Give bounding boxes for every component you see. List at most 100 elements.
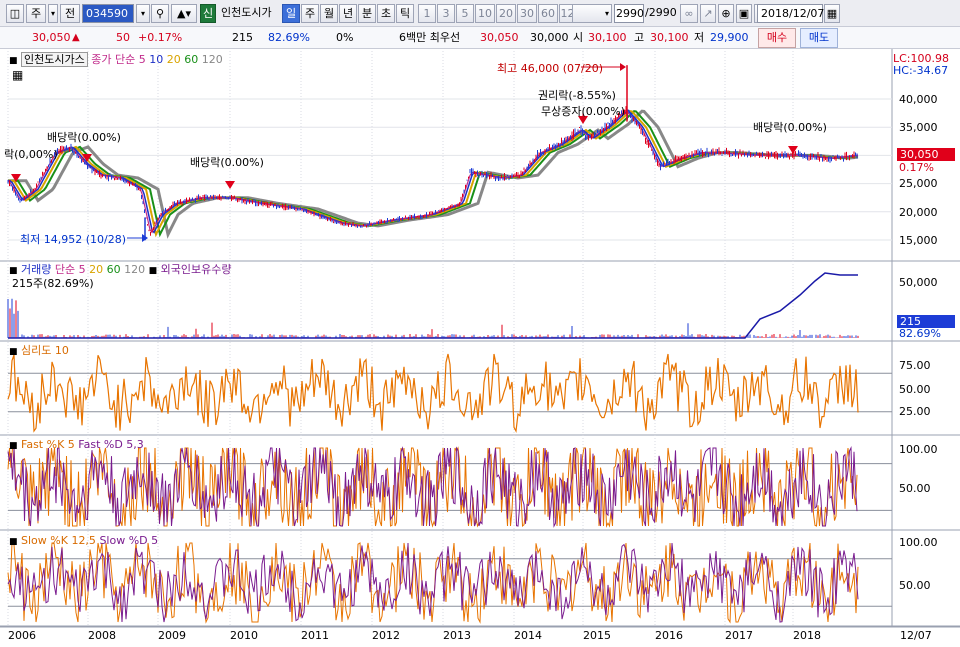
x-axis-last-label: 12/07 — [900, 629, 932, 642]
fastd-title: Fast %D 5,3 — [78, 438, 144, 451]
trend-icon[interactable]: ↗ — [700, 4, 716, 23]
search-icon[interactable]: ⚲ — [151, 4, 169, 23]
low-label: 저 — [694, 31, 705, 44]
volume-axis-tick: 50,000 — [899, 276, 938, 289]
count-total: /2990 — [645, 6, 677, 19]
stock-title: 인천도시가스 — [21, 52, 88, 67]
sell-button[interactable]: 매도 — [800, 28, 838, 48]
period-tab[interactable]: 분 — [358, 4, 376, 23]
volume-value: 215 — [232, 31, 253, 44]
annotation-div3: 배당락(0.00%) — [753, 121, 827, 134]
volume-ratio: 82.69% — [268, 31, 310, 44]
price-axis-tick: 25,000 — [899, 177, 938, 190]
psych-legend: ■ 심리도 10 — [9, 344, 69, 357]
annotation-div0: 락(0,00%) — [4, 148, 58, 161]
foreign-holding-label: 외국인보유수량 — [160, 263, 232, 276]
chart-area[interactable]: ■ 인천도시가스 종가 단순 5 10 20 60 120 ▦ LC:100.9… — [0, 49, 960, 644]
psych-axis-tick: 75.00 — [899, 359, 931, 372]
x-axis-year: 2010 — [230, 629, 258, 642]
menu-arrow-icon[interactable]: ▾ — [48, 4, 58, 23]
zero-pct: 0% — [336, 31, 354, 44]
period-tab[interactable]: 초 — [377, 4, 395, 23]
count-tab[interactable]: 20 — [496, 4, 516, 23]
ma120-label: 120 — [201, 53, 223, 66]
volume-sub-label: 215주(82.69%) — [12, 277, 94, 290]
current-price: 30,050 — [32, 31, 71, 44]
psych-title: 심리도 10 — [21, 344, 69, 357]
count-dropdown[interactable]: ▾ — [572, 4, 612, 23]
price-change-pct: +0.17% — [138, 31, 183, 44]
fast-axis-tick: 50.00 — [899, 482, 931, 495]
vol-ma60-label: 60 — [106, 263, 121, 276]
volume-title: 거래량 — [21, 263, 52, 276]
period-tab[interactable]: 틱 — [396, 4, 414, 23]
slowk-title: Slow %K 12,5 — [21, 534, 96, 547]
up-triangle-icon: ▲ — [72, 32, 80, 43]
x-axis-year: 2013 — [443, 629, 471, 642]
x-axis-year: 2015 — [583, 629, 611, 642]
x-axis-year: 2012 — [372, 629, 400, 642]
calendar-icon[interactable]: ▦ — [824, 4, 840, 23]
hc-value: HC:-34.67 — [893, 64, 949, 77]
count-tab[interactable]: 3 — [437, 4, 455, 23]
layout-icon[interactable]: ◫ — [6, 4, 24, 23]
volume-ma-label: 단순 — [54, 263, 76, 276]
high-price: 30,100 — [650, 31, 689, 44]
ma10-label: 10 — [149, 53, 164, 66]
shin-button[interactable]: 신 — [200, 4, 216, 23]
link-icon[interactable]: ∞ — [680, 4, 698, 23]
vol-ma20-label: 20 — [89, 263, 104, 276]
chart-canvas[interactable] — [0, 49, 960, 644]
jeon-button[interactable]: 전 — [60, 4, 80, 23]
open-price: 30,100 — [588, 31, 627, 44]
annotation-div2: 배당락(0.00%) — [190, 156, 264, 169]
price-axis-tick: 35,000 — [899, 121, 938, 134]
x-axis-year: 2018 — [793, 629, 821, 642]
price-legend: ■ 인천도시가스 종가 단순 5 10 20 60 120 — [9, 52, 223, 67]
code-dropdown-icon[interactable]: ▾ — [136, 4, 150, 23]
period-tab[interactable]: 년 — [339, 4, 357, 23]
priority-label: 6백만 최우선 — [399, 31, 461, 44]
stock-name: 인천도시가 — [221, 6, 272, 19]
price-axis-tick: 20,000 — [899, 206, 938, 219]
low-price: 29,900 — [710, 31, 749, 44]
current-price-marker: 30,050 — [897, 148, 955, 161]
menu-button[interactable]: 주 — [26, 4, 46, 23]
slow-axis-tick: 50.00 — [899, 579, 931, 592]
annotation-div1: 배당락(0.00%) — [47, 131, 121, 144]
buy-button[interactable]: 매수 — [758, 28, 796, 48]
grid-icon[interactable]: ▦ — [12, 69, 23, 82]
chart-background — [0, 49, 960, 644]
x-axis-year: 2006 — [8, 629, 36, 642]
save-icon[interactable]: ▣ — [736, 4, 752, 23]
ask-price: 30,050 — [480, 31, 519, 44]
fast-axis-tick: 100.00 — [899, 443, 938, 456]
psych-axis-tick: 50.00 — [899, 383, 931, 396]
count-tab[interactable]: 5 — [456, 4, 474, 23]
stock-code-input[interactable]: 034590 — [82, 4, 134, 23]
period-tab[interactable]: 주 — [301, 4, 319, 23]
annotation-low: 최저 14,952 (10/28) — [20, 233, 127, 246]
fastk-title: Fast %K 5 — [21, 438, 75, 451]
speaker-icon[interactable]: ▲▾ — [171, 4, 197, 23]
price-axis-tick: 40,000 — [899, 93, 938, 106]
high-label: 고 — [634, 31, 645, 44]
count-input[interactable]: 2990 — [614, 4, 644, 23]
psych-axis-tick: 25.00 — [899, 405, 931, 418]
fit-icon[interactable]: ⊕ — [718, 4, 734, 23]
x-axis-year: 2008 — [88, 629, 116, 642]
count-tab[interactable]: 10 — [475, 4, 495, 23]
slowd-title: Slow %D 5 — [99, 534, 159, 547]
ma20-label: 20 — [166, 53, 181, 66]
ma5-label: 5 — [138, 53, 146, 66]
volume-current-pct: 82.69% — [899, 327, 941, 340]
vol-ma120-label: 120 — [124, 263, 146, 276]
volume-legend: ■ 거래량 단순 5 20 60 120 ■ 외국인보유수량 — [9, 263, 232, 276]
period-tab[interactable]: 월 — [320, 4, 338, 23]
count-tab[interactable]: 60 — [538, 4, 558, 23]
count-tab[interactable]: 30 — [517, 4, 537, 23]
x-axis-year: 2011 — [301, 629, 329, 642]
date-input[interactable]: 2018/12/07 — [757, 4, 824, 23]
count-tab[interactable]: 1 — [418, 4, 436, 23]
period-tab[interactable]: 일 — [282, 4, 300, 23]
